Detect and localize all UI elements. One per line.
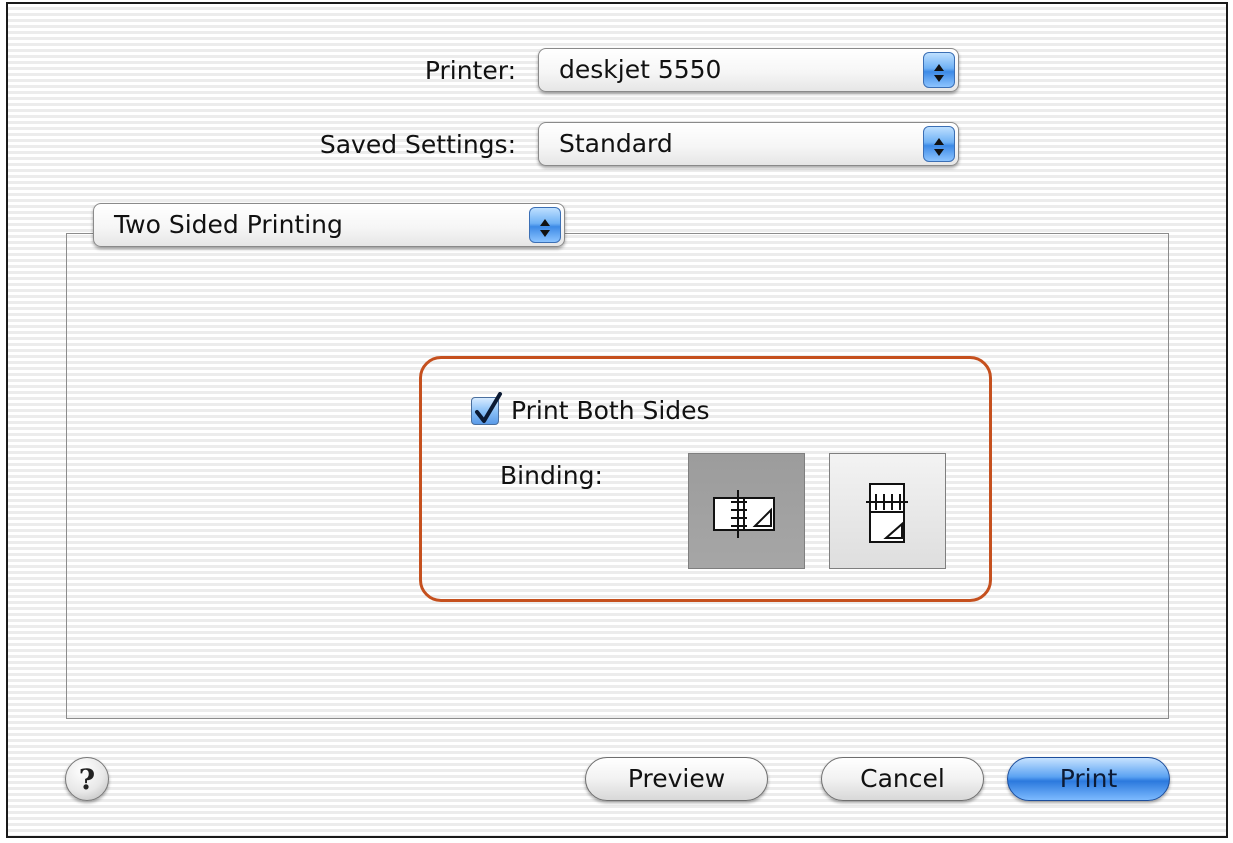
- print-both-sides-checkbox[interactable]: [471, 392, 502, 425]
- preview-button[interactable]: Preview: [585, 757, 768, 801]
- left-edge-binding-icon: [713, 490, 775, 538]
- print-button[interactable]: Print: [1007, 757, 1170, 801]
- help-button[interactable]: ?: [65, 757, 109, 801]
- saved-settings-popup[interactable]: Standard: [538, 122, 959, 166]
- printer-popup[interactable]: deskjet 5550: [538, 48, 959, 92]
- panel-selector-value: Two Sided Printing: [114, 210, 343, 239]
- popup-arrows-icon: [923, 52, 955, 88]
- cancel-button[interactable]: Cancel: [821, 757, 984, 801]
- printer-value: deskjet 5550: [559, 55, 722, 84]
- saved-settings-label: Saved Settings:: [319, 130, 516, 159]
- binding-top-edge-button[interactable]: [829, 453, 946, 569]
- saved-settings-value: Standard: [559, 129, 673, 158]
- binding-label: Binding:: [500, 461, 603, 490]
- popup-arrows-icon: [529, 207, 561, 243]
- popup-arrows-icon: [923, 126, 955, 162]
- printer-label: Printer:: [424, 56, 516, 85]
- print-both-sides-label[interactable]: Print Both Sides: [511, 396, 710, 425]
- panel-selector-popup[interactable]: Two Sided Printing: [93, 203, 565, 247]
- checkmark-icon: [475, 392, 502, 423]
- top-edge-binding-icon: [866, 483, 908, 543]
- binding-left-edge-button[interactable]: [688, 453, 805, 569]
